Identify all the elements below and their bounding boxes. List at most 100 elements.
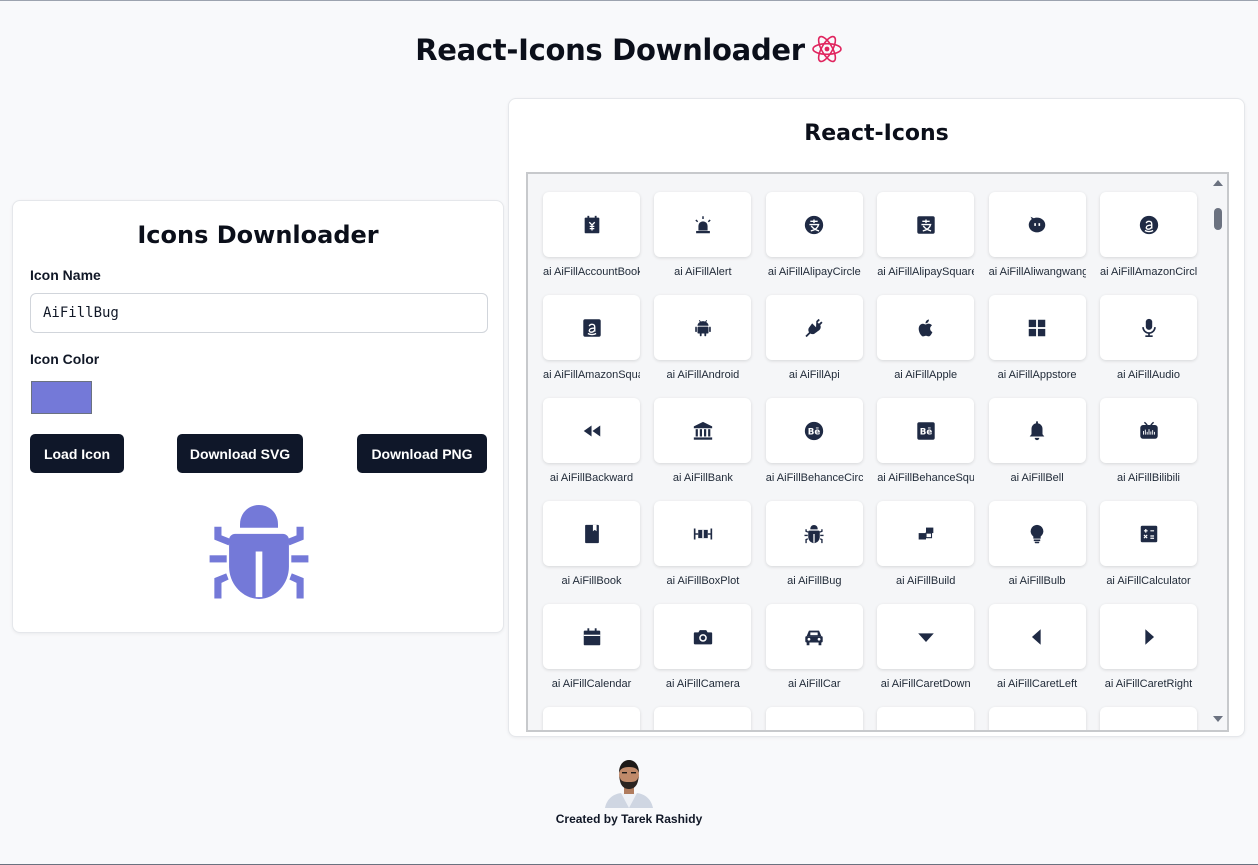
icon-card[interactable]: ai AiFillCaretDown <box>877 604 975 704</box>
icon-tile[interactable] <box>1100 295 1197 360</box>
icon-tile[interactable] <box>765 295 863 360</box>
icon-tile[interactable] <box>1100 707 1197 730</box>
icon-tile[interactable] <box>654 707 752 730</box>
icon-card[interactable]: ai AiFillCaretLeft <box>988 604 1086 704</box>
icon-tile[interactable] <box>988 295 1086 360</box>
appstore-icon <box>1028 319 1046 336</box>
icon-tile[interactable] <box>877 604 975 669</box>
icon-card[interactable]: ai AiFillBell <box>988 398 1086 498</box>
icon-tile[interactable] <box>1100 398 1197 463</box>
icon-tile[interactable] <box>654 295 752 360</box>
page-title: React-Icons Downloader <box>0 33 1258 67</box>
icon-label: ai AiFillAlipayCircle <box>767 266 861 278</box>
icon-label: ai AiFillCalculator <box>1106 575 1191 587</box>
icon-label: ai AiFillBoxPlot <box>666 575 740 587</box>
icon-card[interactable]: ai AiFillBoxPlot <box>654 501 752 601</box>
icon-card[interactable]: ai AiFillBulb <box>988 501 1086 601</box>
icon-tile[interactable] <box>877 295 975 360</box>
icon-card[interactable]: ai AiFillAmazonCircle <box>1100 192 1197 292</box>
icon-tile[interactable] <box>988 707 1086 730</box>
icon-card-partial[interactable] <box>654 707 752 730</box>
icon-tile[interactable] <box>543 295 640 360</box>
icon-tile[interactable] <box>543 707 640 730</box>
icon-tile[interactable] <box>877 501 975 566</box>
icon-card[interactable]: ai AiFillAlipaySquare <box>877 192 975 292</box>
icon-tile[interactable] <box>1100 192 1197 257</box>
icon-name-input[interactable] <box>30 293 488 333</box>
icon-card-partial[interactable] <box>877 707 975 730</box>
icon-tile[interactable] <box>877 707 975 730</box>
icon-card[interactable]: ai AiFillCar <box>765 604 863 704</box>
icon-tile[interactable] <box>988 192 1086 257</box>
icon-card-partial[interactable] <box>543 707 640 730</box>
icon-card-partial[interactable] <box>988 707 1086 730</box>
scroll-up-arrow-icon[interactable] <box>1213 180 1223 186</box>
icon-card[interactable]: ai AiFillAliwangwang <box>988 192 1086 292</box>
icon-card[interactable]: ai AiFillBook <box>543 501 640 601</box>
icon-tile[interactable]: Bē <box>765 398 863 463</box>
svg-text:Bē: Bē <box>919 427 932 437</box>
icon-label: ai AiFillBank <box>672 472 733 484</box>
icon-card[interactable]: ai AiFillCalendar <box>543 604 640 704</box>
icon-card[interactable]: ai AiFillAudio <box>1100 295 1197 395</box>
caret-down-icon <box>917 632 934 642</box>
icon-card[interactable]: ai AiFillBug <box>765 501 863 601</box>
icon-tile[interactable] <box>1100 501 1197 566</box>
api-icon <box>805 318 823 337</box>
icon-tile[interactable] <box>988 398 1086 463</box>
icon-tile[interactable] <box>988 604 1086 669</box>
icon-tile[interactable] <box>543 192 640 257</box>
icon-card[interactable]: Bē ai AiFillBehanceSquare <box>877 398 975 498</box>
icon-tile[interactable] <box>1100 604 1197 669</box>
icon-card[interactable]: ai AiFillCaretRight <box>1100 604 1197 704</box>
icon-tile[interactable]: Bē <box>877 398 975 463</box>
icon-card[interactable]: Bē ai AiFillBehanceCircle <box>765 398 863 498</box>
icon-grid-scrollbar[interactable] <box>1209 174 1227 730</box>
icon-card[interactable]: ai AiFillAccountBook <box>543 192 640 292</box>
calculator-icon <box>1140 525 1157 542</box>
amazon-circle-icon <box>1139 215 1158 234</box>
icon-color-picker[interactable] <box>31 381 92 414</box>
icon-card[interactable]: ai AiFillApple <box>877 295 975 395</box>
icon-tile[interactable] <box>765 501 863 566</box>
icon-tile[interactable] <box>654 192 752 257</box>
icon-tile[interactable] <box>877 192 975 257</box>
icon-tile[interactable] <box>543 398 640 463</box>
icon-card[interactable]: ai AiFillBank <box>654 398 752 498</box>
icon-tile[interactable] <box>543 501 640 566</box>
icon-card[interactable]: ai AiFillCalculator <box>1100 501 1197 601</box>
icon-card[interactable]: ai AiFillAppstore <box>988 295 1086 395</box>
icon-card[interactable]: ai AiFillBilibili <box>1100 398 1197 498</box>
icon-card[interactable]: ai AiFillAlert <box>654 192 752 292</box>
icon-grid-container[interactable]: ai AiFillAccountBook ai AiFillAlert ai AiF… <box>526 172 1229 732</box>
icon-card[interactable]: ai AiFillApi <box>765 295 863 395</box>
load-icon-button[interactable]: Load Icon <box>30 434 124 473</box>
icon-card[interactable]: ai AiFillCamera <box>654 604 752 704</box>
icon-card[interactable]: ai AiFillAlipayCircle <box>765 192 863 292</box>
downloader-title: Icons Downloader <box>137 221 379 249</box>
icon-tile[interactable] <box>654 501 752 566</box>
icon-card-partial[interactable] <box>765 707 863 730</box>
icon-card-partial[interactable] <box>1100 707 1197 730</box>
icon-label: ai AiFillApi <box>788 369 840 381</box>
icon-card[interactable]: ai AiFillBuild <box>877 501 975 601</box>
icon-card[interactable]: ai AiFillBackward <box>543 398 640 498</box>
icon-tile[interactable] <box>543 604 640 669</box>
behance-circle-icon: Bē <box>805 421 824 440</box>
icon-label: ai AiFillAlipaySquare <box>877 266 975 278</box>
icon-tile[interactable] <box>765 707 863 730</box>
bell-icon <box>1029 420 1045 440</box>
download-png-button[interactable]: Download PNG <box>357 434 487 473</box>
icon-tile[interactable] <box>765 604 863 669</box>
icon-card[interactable]: ai AiFillAndroid <box>654 295 752 395</box>
car-icon <box>805 630 824 645</box>
download-svg-button[interactable]: Download SVG <box>177 434 303 473</box>
icon-tile[interactable] <box>988 501 1086 566</box>
icon-tile[interactable] <box>654 604 752 669</box>
icon-card[interactable]: ai AiFillAmazonSquare <box>543 295 640 395</box>
bulb-icon <box>1030 524 1044 543</box>
scroll-down-arrow-icon[interactable] <box>1213 716 1223 722</box>
scroll-thumb[interactable] <box>1214 208 1222 230</box>
icon-tile[interactable] <box>654 398 752 463</box>
icon-tile[interactable] <box>765 192 863 257</box>
